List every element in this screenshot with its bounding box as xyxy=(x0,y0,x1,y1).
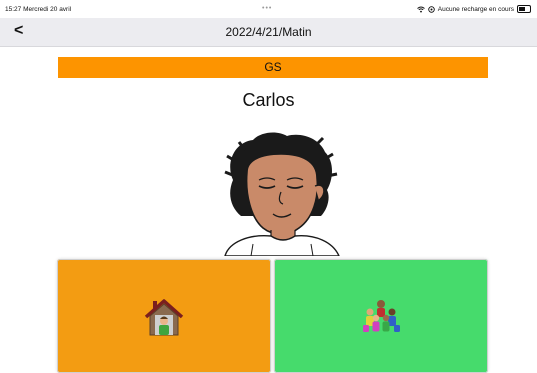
status-time-date: 15:27 Mercredi 20 avril xyxy=(5,6,72,13)
page-title: 2022/4/21/Matin xyxy=(225,25,312,39)
wifi-icon xyxy=(416,6,425,12)
multitask-dots[interactable]: ••• xyxy=(262,5,272,12)
status-bar: 15:27 Mercredi 20 avril ••• Aucune recha… xyxy=(0,0,537,18)
navigation-bar: < 2022/4/21/Matin xyxy=(0,18,537,47)
student-name: Carlos xyxy=(242,90,295,110)
class-banner: GS xyxy=(58,57,488,78)
battery-icon xyxy=(517,5,531,13)
group-of-children-icon xyxy=(363,300,400,332)
charging-status-text: Aucune recharge en cours xyxy=(437,5,514,13)
house-with-child-icon xyxy=(144,299,184,336)
location-icon xyxy=(428,5,435,13)
status-right-group: Aucune recharge en cours xyxy=(416,5,531,13)
school-tile[interactable] xyxy=(274,259,488,373)
home-tile[interactable] xyxy=(57,259,271,373)
student-avatar xyxy=(224,132,345,256)
